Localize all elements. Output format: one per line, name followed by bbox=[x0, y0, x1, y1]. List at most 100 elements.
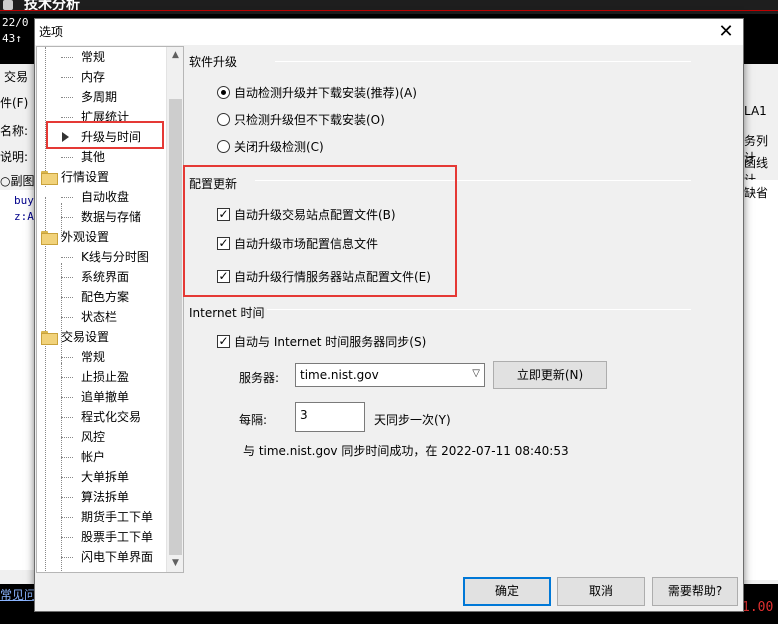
tree-item-risk-control[interactable]: 风控 bbox=[45, 427, 105, 447]
tree-item-label: 扩展统计 bbox=[81, 110, 130, 124]
section-divider bbox=[275, 61, 691, 62]
tree-item-system-ui[interactable]: 系统界面 bbox=[45, 267, 129, 287]
radio-button[interactable] bbox=[217, 113, 230, 126]
dialog-title: 选项 bbox=[39, 25, 64, 39]
radio-label: 关闭升级检测(C) bbox=[234, 140, 324, 154]
folder-icon bbox=[41, 231, 58, 245]
tree-item-kline[interactable]: K线与分时图 bbox=[45, 247, 149, 267]
cancel-button[interactable]: 取消 bbox=[557, 577, 645, 606]
tree-item-flash-order[interactable]: 闪电下单界面 bbox=[45, 547, 153, 567]
tree-item-label: 多周期 bbox=[81, 90, 118, 104]
update-now-button[interactable]: 立即更新(N) bbox=[493, 361, 607, 389]
tree-item-algo-split[interactable]: 算法拆单 bbox=[45, 487, 129, 507]
close-icon[interactable]: ✕ bbox=[715, 21, 737, 43]
options-dialog: 选项 ✕ 常规 内存 多周期 扩展统计 升级与时间 其他 行情设置 自动收盘 数… bbox=[34, 18, 744, 612]
background-quote-line-1: 22/0 bbox=[2, 16, 29, 29]
tree-group-trading[interactable]: 交易设置 bbox=[41, 327, 109, 347]
tree-item-label: 自动收盘 bbox=[81, 190, 130, 204]
background-right-list bbox=[742, 180, 778, 580]
background-name-label: 名称: bbox=[0, 124, 29, 138]
radio-button[interactable] bbox=[217, 86, 230, 99]
tree-item-label: 行情设置 bbox=[61, 170, 110, 184]
options-content: 软件升级 自动检测升级并下载安装(推荐)(A) 只检测升级但不下载安装(O) 关… bbox=[185, 46, 741, 573]
background-faq-link[interactable]: 常见问 bbox=[0, 586, 36, 603]
tree-item-stock-manual[interactable]: 股票手工下单 bbox=[45, 527, 153, 547]
tree-item-label: 风控 bbox=[81, 430, 106, 444]
radio-button[interactable] bbox=[217, 140, 230, 153]
scroll-thumb[interactable] bbox=[169, 99, 182, 555]
tree-item-label: 数据与存储 bbox=[81, 210, 142, 224]
background-subchart-radio[interactable]: ○副图 bbox=[0, 172, 34, 189]
tree-item-label: 追单撤单 bbox=[81, 390, 130, 404]
tree-item-label: 算法拆单 bbox=[81, 490, 130, 504]
background-quote-line-2: 43↑ bbox=[2, 32, 22, 45]
tree-item-label: 闪电下单界面 bbox=[81, 550, 154, 564]
tree-item-label: 交易设置 bbox=[61, 330, 110, 344]
tree-item-label: 升级与时间 bbox=[81, 130, 142, 144]
radio-label: 自动检测升级并下载安装(推荐)(A) bbox=[234, 86, 417, 100]
tree-item-account[interactable]: 帐户 bbox=[45, 447, 105, 467]
tree-item-upgrade-time[interactable]: 升级与时间 bbox=[45, 127, 141, 147]
tree-item-label: 期货手工下单 bbox=[81, 510, 154, 524]
checkbox-label: 自动升级交易站点配置文件(B) bbox=[234, 208, 396, 222]
tree-item-stop-loss[interactable]: 止损止盈 bbox=[45, 367, 129, 387]
chevron-down-icon[interactable]: ▽ bbox=[472, 368, 480, 379]
tree-item-other[interactable]: 其他 bbox=[45, 147, 105, 167]
interval-input[interactable]: 3 bbox=[295, 402, 365, 432]
tree-item-label: 内存 bbox=[81, 70, 106, 84]
folder-icon bbox=[41, 331, 58, 345]
background-tab-label[interactable]: 交易 bbox=[4, 68, 28, 85]
background-titlebar: 技术分析 bbox=[0, 0, 778, 14]
background-red-divider bbox=[0, 10, 778, 11]
tree-item-chase-cancel[interactable]: 追单撤单 bbox=[45, 387, 129, 407]
checkbox[interactable]: ✓ bbox=[217, 208, 230, 221]
interval-input-value: 3 bbox=[300, 408, 308, 422]
help-button[interactable]: 需要帮助? bbox=[652, 577, 738, 606]
tree-group-appearance[interactable]: 外观设置 bbox=[41, 227, 109, 247]
tree-item-auto-close[interactable]: 自动收盘 bbox=[45, 187, 129, 207]
tree-group-market-settings[interactable]: 行情设置 bbox=[41, 167, 109, 187]
code-line: z:A bbox=[14, 210, 34, 223]
tree-item-label: 外观设置 bbox=[61, 230, 110, 244]
tree-item-data-storage[interactable]: 数据与存储 bbox=[45, 207, 141, 227]
background-code-editor[interactable]: buy z:A bbox=[0, 190, 36, 570]
background-price-value: 1.00 bbox=[742, 600, 774, 615]
scroll-down-icon[interactable]: ▼ bbox=[167, 555, 183, 572]
tree-item-multi-period[interactable]: 多周期 bbox=[45, 87, 117, 107]
tree-item-label: 其他 bbox=[81, 150, 106, 164]
tree-scrollbar[interactable]: ▲ ▼ bbox=[166, 47, 183, 572]
background-menu-file[interactable]: 件(F) bbox=[0, 94, 28, 111]
ok-button[interactable]: 确定 bbox=[463, 577, 551, 606]
tree-item-label: 股票手工下单 bbox=[81, 530, 154, 544]
radio-label: 只检测升级但不下载安装(O) bbox=[234, 113, 385, 127]
tree-item-extended-stats[interactable]: 扩展统计 bbox=[45, 107, 129, 127]
tree-item-label: K线与分时图 bbox=[81, 250, 149, 264]
server-select[interactable]: time.nist.gov ▽ bbox=[295, 363, 485, 387]
scroll-up-icon[interactable]: ▲ bbox=[167, 47, 183, 64]
background-desc-label: 说明: bbox=[0, 150, 29, 164]
tree-item-futures-manual[interactable]: 期货手工下单 bbox=[45, 507, 153, 527]
tree-item-general[interactable]: 常规 bbox=[45, 47, 105, 67]
tree-item-trading-general[interactable]: 常规 bbox=[45, 347, 105, 367]
tree-item-programmatic[interactable]: 程式化交易 bbox=[45, 407, 141, 427]
tree-item-label: 状态栏 bbox=[81, 310, 118, 324]
section-divider bbox=[267, 309, 691, 310]
tree-item-label: 常规 bbox=[81, 350, 106, 364]
dialog-titlebar[interactable]: 选项 ✕ bbox=[35, 19, 743, 45]
checkbox[interactable]: ✓ bbox=[217, 270, 230, 283]
arrow-right-icon bbox=[62, 132, 69, 142]
tree-item-large-split[interactable]: 大单拆单 bbox=[45, 467, 129, 487]
app-icon bbox=[3, 0, 13, 10]
options-tree[interactable]: 常规 内存 多周期 扩展统计 升级与时间 其他 行情设置 自动收盘 数据与存储 … bbox=[36, 46, 184, 573]
tree-item-label: 帐户 bbox=[81, 450, 106, 464]
sync-status-text: 与 time.nist.gov 同步时间成功，在 2022-07-11 08:4… bbox=[243, 444, 569, 458]
tree-item-memory[interactable]: 内存 bbox=[45, 67, 105, 87]
background-right-label: 缺省 bbox=[744, 186, 769, 200]
config-update-title: 配置更新 bbox=[189, 177, 238, 191]
tree-item-label: 大单拆单 bbox=[81, 470, 130, 484]
tree-item-status-bar[interactable]: 状态栏 bbox=[45, 307, 117, 327]
tree-item-color-scheme[interactable]: 配色方案 bbox=[45, 287, 129, 307]
internet-time-title: Internet 时间 bbox=[189, 306, 265, 320]
checkbox[interactable]: ✓ bbox=[217, 237, 230, 250]
checkbox[interactable]: ✓ bbox=[217, 335, 230, 348]
